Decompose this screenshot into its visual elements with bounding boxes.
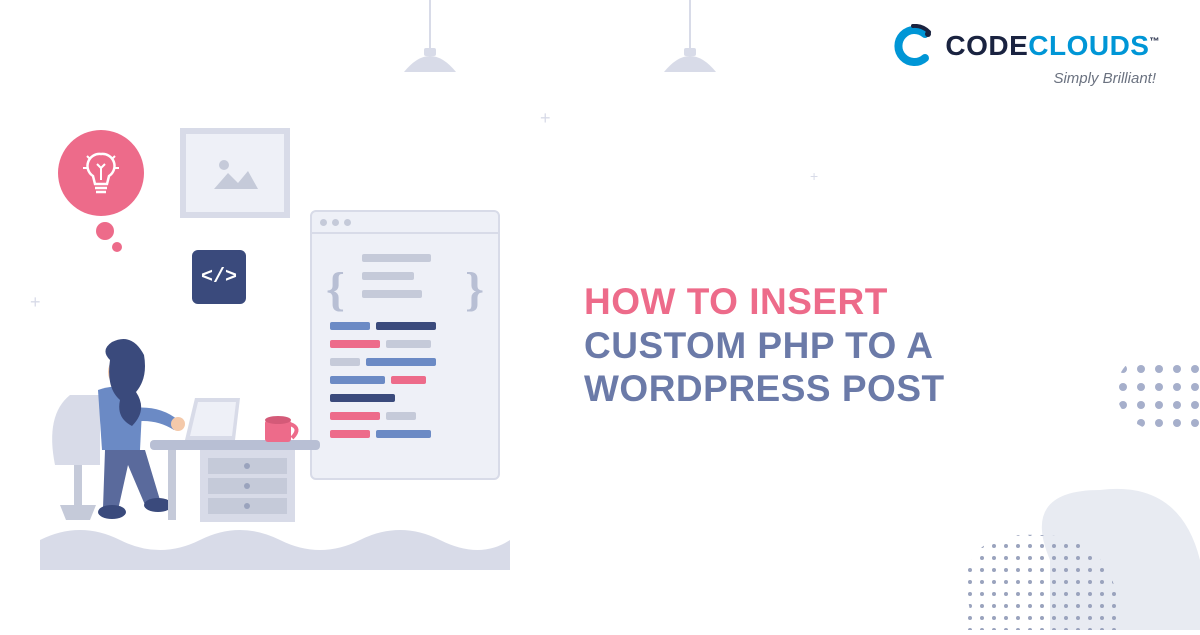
pendant-lamp-icon [650, 0, 730, 90]
title-line-2: CUSTOM PHP TO A [584, 324, 945, 368]
title-line-1: HOW TO INSERT [584, 280, 945, 324]
pendant-lamp-icon [390, 0, 470, 90]
wave-base-icon [40, 520, 510, 570]
bubble-trail-icon [112, 242, 122, 252]
picture-frame-icon [180, 128, 290, 218]
logo-wordmark: CODECLOUDS™ [945, 30, 1160, 62]
plus-decoration-icon [540, 108, 558, 126]
hero-illustration: </> { } [40, 120, 510, 580]
plus-decoration-icon [810, 168, 828, 186]
code-tag-icon: </> [192, 250, 246, 304]
bubble-trail-icon [96, 222, 114, 240]
idea-bubble-icon [58, 130, 144, 216]
title-line-3: WORDPRESS POST [584, 367, 945, 411]
brand-logo: CODECLOUDS™ Simply Brilliant! [891, 24, 1160, 87]
logo-c-icon [891, 24, 935, 68]
article-title: HOW TO INSERT CUSTOM PHP TO A WORDPRESS … [584, 280, 945, 411]
logo-tagline: Simply Brilliant! [891, 70, 1156, 87]
